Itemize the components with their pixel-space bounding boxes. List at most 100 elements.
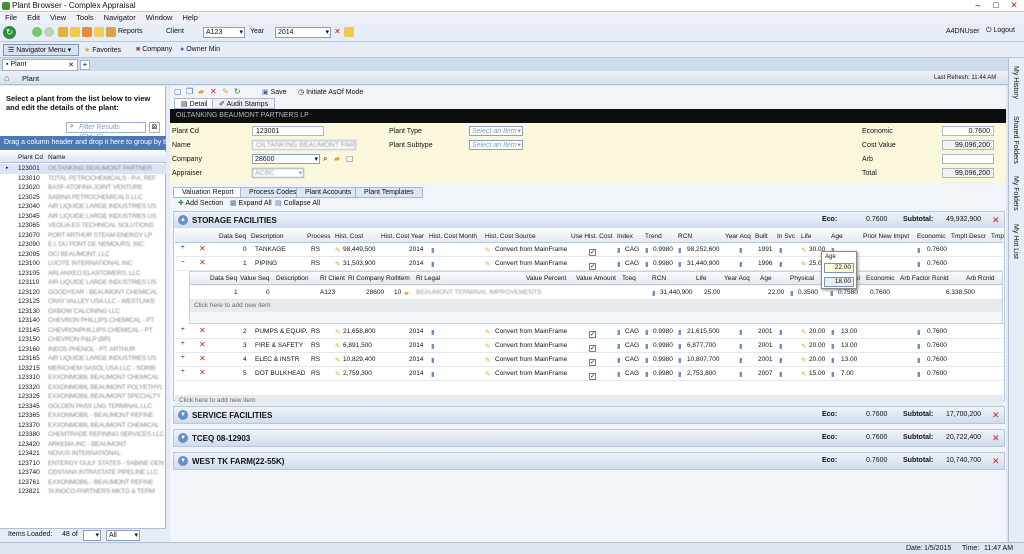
cell-hist-cost[interactable]: 21,658,800 xyxy=(343,328,376,335)
subgrid-col-header[interactable]: Economic xyxy=(866,275,895,282)
plant-row[interactable]: 123215 MERICHEM-SASOL USA LLC - SORBI xyxy=(0,364,166,374)
subgrid-row[interactable]: 1 0 A123 28600 10 ▰ BEAUMONT TERMINAL IMPROVEM… xyxy=(190,286,1002,300)
plant-row[interactable]: 123090 E.I. DU PONT DE NEMOURS, INC. xyxy=(0,240,166,250)
cell-age[interactable]: 7.00 xyxy=(841,370,854,377)
plant-row[interactable]: 123325 EXXONMOBIL BEAUMONT SPECIALTY xyxy=(0,392,166,402)
table-row[interactable]: + ✕ 3 FIRE & SAFETY RS ✎ 6,891,500 2014 ▮ ✎ Conver… xyxy=(175,339,1003,353)
tab-shared-folders[interactable]: Shared Folders xyxy=(1012,116,1019,164)
subgrid-col-header[interactable]: Value Amount xyxy=(576,275,616,282)
plant-row[interactable]: 123095 OCI BEAUMONT, LLC xyxy=(0,250,166,260)
plant-row[interactable]: 123065 VEOLIA ES TECHNICAL SOLUTIONS xyxy=(0,221,166,231)
grid-col-header[interactable]: Hist. Cost Month xyxy=(429,233,477,240)
plant-row[interactable]: 123710 ENTERGY GULF STATES - SABINE GEN xyxy=(0,459,166,469)
subgrid-col-header[interactable]: Value Percent xyxy=(526,275,566,282)
subgrid-col-header[interactable]: Physical xyxy=(790,275,814,282)
calc-icon[interactable]: ▮ xyxy=(917,260,921,268)
plant-row[interactable]: 123310 EXXONMOBIL BEAUMONT CHEMICAL xyxy=(0,373,166,383)
calc-icon[interactable]: ▮ xyxy=(617,342,621,350)
minimize-button[interactable]: – xyxy=(970,0,986,11)
calc-icon[interactable]: ▮ xyxy=(831,342,835,350)
subgrid-col-header[interactable]: Rcnld xyxy=(932,275,949,282)
calc-icon[interactable]: ▮ xyxy=(617,246,621,254)
cell-built[interactable]: 2001 xyxy=(758,356,772,363)
cell-economic[interactable]: 0.7600 xyxy=(927,356,947,363)
cell-economic[interactable]: 0.7600 xyxy=(927,370,947,377)
menu-view[interactable]: View xyxy=(45,12,71,23)
filter-input[interactable]: Filter Results (Ctrl+F) xyxy=(66,122,146,141)
expand-row-icon[interactable]: + xyxy=(181,368,185,375)
calc-icon[interactable]: ▮ xyxy=(431,328,435,336)
cell-trend[interactable]: 0.9980 xyxy=(653,370,673,377)
refresh-icon[interactable]: ↻ xyxy=(3,26,16,39)
plant-row[interactable]: 123740 CENTANA INTRASTATE PIPELINE LLC xyxy=(0,468,166,478)
plant-row[interactable]: 123125 CRAY VALLEY USA LLC - WESTLAKE xyxy=(0,297,166,307)
cell-ri-client[interactable]: A123 xyxy=(320,289,335,296)
calc-icon[interactable]: ▮ xyxy=(917,356,921,364)
cell-trend[interactable]: 0.9980 xyxy=(653,246,673,253)
checkbox-icon[interactable]: ✓ xyxy=(589,263,596,270)
collapse-all-button[interactable]: ▤ Collapse All xyxy=(275,199,320,207)
cell-description[interactable]: DOT BULKHEAD xyxy=(255,370,305,377)
cell-life[interactable]: 20.00 xyxy=(809,356,825,363)
subgrid-col-header[interactable]: Arb Rcnld xyxy=(966,275,995,282)
calc-icon[interactable]: ▮ xyxy=(739,356,743,364)
grid-col-header[interactable]: RCN xyxy=(678,233,692,240)
calc-icon[interactable]: ▮ xyxy=(779,370,783,378)
edit-icon[interactable]: ✎ xyxy=(222,87,229,96)
cell-built[interactable]: 1996 xyxy=(758,260,772,267)
grid-col-header[interactable]: Tmplt Descr xyxy=(951,233,986,240)
arb-field[interactable] xyxy=(942,154,994,164)
plant-row[interactable]: 123165 AIR LIQUIDE LARGE INDUSTRIES US xyxy=(0,354,166,364)
plant-row[interactable]: 123020 BASF-ATOFINA JOINT VENTURE xyxy=(0,183,166,193)
calc-icon[interactable]: ▮ xyxy=(431,342,435,350)
calc-icon[interactable]: ▮ xyxy=(779,246,783,254)
clear-filter-button[interactable]: ⊠ xyxy=(149,122,160,133)
section-header[interactable]: ▼ TCEQ 08-12903 Eco: 0.7600 Subtotal: 20… xyxy=(174,430,1004,446)
calc-icon[interactable]: ▮ xyxy=(830,289,834,297)
cell-hist-cost[interactable]: 31,503,900 xyxy=(343,260,376,267)
subgrid-col-header[interactable]: Age xyxy=(760,275,772,282)
col-name[interactable]: Name xyxy=(48,154,65,161)
delete-section-icon[interactable]: ✕ xyxy=(992,215,1000,226)
subgrid-col-header[interactable]: Tceq xyxy=(622,275,636,282)
calc-icon[interactable]: ▮ xyxy=(739,328,743,336)
cell-rcn[interactable]: 21,615,500 xyxy=(687,328,720,335)
cell-hist-cost-year[interactable]: 2014 xyxy=(409,356,423,363)
folder-icon[interactable]: ▰ xyxy=(404,289,409,297)
menu-file[interactable]: File xyxy=(0,12,22,23)
checkbox-icon[interactable]: ✓ xyxy=(589,373,596,380)
new-icon[interactable]: ▢ xyxy=(174,87,182,96)
cell-hist-cost[interactable]: 98,449,500 xyxy=(343,246,376,253)
cell-economic[interactable]: 0.7600 xyxy=(927,342,947,349)
cell-hist-cost-year[interactable]: 2014 xyxy=(409,328,423,335)
grid-col-header[interactable]: Process xyxy=(307,233,330,240)
calc-icon[interactable]: ▮ xyxy=(831,370,835,378)
plant-row[interactable]: 123025 SABINA PETROCHEMICALS LLC xyxy=(0,193,166,203)
cell-seq[interactable]: 3 xyxy=(243,342,247,349)
reports-menu[interactable]: Reports xyxy=(118,28,143,35)
cell-index[interactable]: CAG xyxy=(625,370,639,377)
folder-icon[interactable] xyxy=(58,27,68,37)
cell-hist-cost-year[interactable]: 2014 xyxy=(409,370,423,377)
cell-hist-cost-source[interactable]: Convert from MainFrame xyxy=(495,370,567,377)
plant-row[interactable]: 123821 SUNOCO PARTNERS MKTG & TERM xyxy=(0,487,166,497)
calc-icon[interactable]: ▮ xyxy=(678,370,682,378)
calc-icon[interactable]: ▮ xyxy=(917,342,921,350)
calc-icon[interactable]: ▮ xyxy=(678,356,682,364)
calc-icon[interactable]: ▮ xyxy=(779,356,783,364)
favorites-link[interactable]: ★ Favorites xyxy=(84,46,121,54)
calc-icon[interactable]: ▮ xyxy=(917,246,921,254)
edit-icon[interactable]: ✎ xyxy=(485,370,490,378)
checkbox-icon[interactable]: ✓ xyxy=(589,331,596,338)
cell-hist-cost-source[interactable]: Convert from MainFrame xyxy=(495,246,567,253)
tab-plant-templates[interactable]: Plant Templates xyxy=(355,187,423,198)
calc-icon[interactable]: ▮ xyxy=(831,356,835,364)
delete-section-icon[interactable]: ✕ xyxy=(992,433,1000,444)
edit-icon[interactable]: ✎ xyxy=(485,260,490,268)
tab-my-folders[interactable]: My Folders xyxy=(1012,176,1019,211)
save-button[interactable]: ▣ Save xyxy=(262,88,287,96)
calc-icon[interactable]: ▮ xyxy=(431,356,435,364)
chevron-down-icon[interactable]: ▼ xyxy=(178,433,188,443)
expand-row-icon[interactable]: + xyxy=(181,354,185,361)
cell-hist-cost-year[interactable]: 2014 xyxy=(409,342,423,349)
